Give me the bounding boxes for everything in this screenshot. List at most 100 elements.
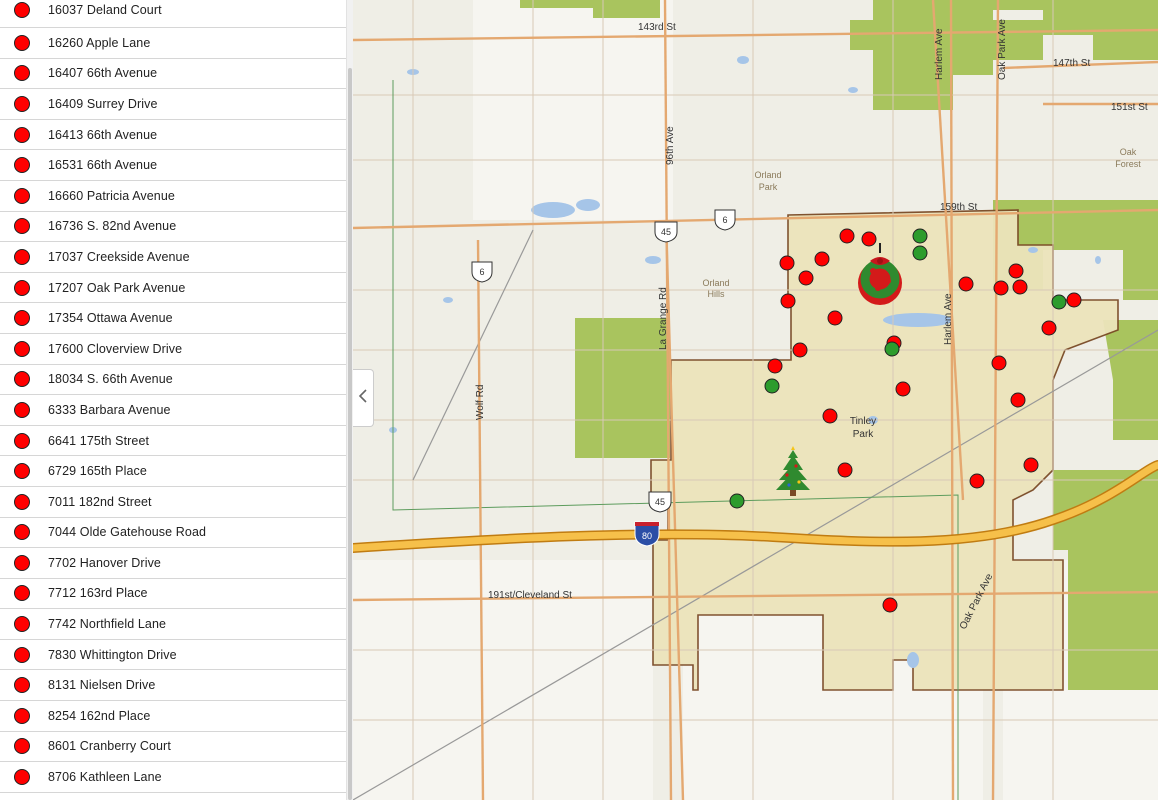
red-map-marker[interactable] <box>798 270 814 286</box>
red-map-marker[interactable] <box>1010 392 1026 408</box>
red-map-marker[interactable] <box>969 473 985 489</box>
address-label: 18034 S. 66th Avenue <box>48 372 173 387</box>
address-list-item[interactable]: 7044 Olde Gatehouse Road <box>0 518 346 549</box>
address-label: 7712 163rd Place <box>48 586 148 601</box>
label-harlem-ave: Harlem Ave <box>934 28 945 80</box>
label-96th-ave: 96th Ave <box>665 126 676 165</box>
us6-shield-b: 6 <box>471 261 493 283</box>
green-map-marker[interactable] <box>1051 294 1067 310</box>
place-tinley-park-2: Park <box>853 429 875 440</box>
address-label: 16531 66th Avenue <box>48 158 158 173</box>
red-marker-icon <box>14 769 30 786</box>
address-label: 16407 66th Avenue <box>48 66 158 81</box>
svg-text:80: 80 <box>642 531 652 541</box>
red-marker-icon <box>14 218 30 235</box>
us45-shield-a: 45 <box>654 221 678 243</box>
map-view[interactable]: 143rd St 147th St 151st St 159th St 191s… <box>353 0 1158 800</box>
red-marker-icon <box>14 340 30 357</box>
label-la-grange-rd: La Grange Rd <box>658 287 669 350</box>
address-list-item[interactable]: 7712 163rd Place <box>0 579 346 610</box>
green-map-marker[interactable] <box>884 341 900 357</box>
chevron-left-icon <box>358 388 368 409</box>
address-list-item[interactable]: 17600 Cloverview Drive <box>0 334 346 365</box>
address-sidebar: 16037 Deland Court 16260 Apple Lane 16407 … <box>0 0 346 800</box>
red-map-marker[interactable] <box>1008 263 1024 279</box>
red-marker-icon <box>14 279 30 296</box>
red-map-marker[interactable] <box>839 228 855 244</box>
green-map-marker[interactable] <box>912 245 928 261</box>
red-map-marker[interactable] <box>1041 320 1057 336</box>
address-list-item[interactable]: 8131 Nielsen Drive <box>0 670 346 702</box>
green-map-marker[interactable] <box>764 378 780 394</box>
red-map-marker[interactable] <box>895 381 911 397</box>
red-map-marker[interactable] <box>958 276 974 292</box>
label-147th-st: 147th St <box>1053 58 1090 69</box>
red-map-marker[interactable] <box>822 408 838 424</box>
address-list-item[interactable]: 16531 66th Avenue <box>0 150 346 181</box>
red-marker-icon <box>14 463 30 480</box>
red-marker-icon <box>14 585 30 602</box>
address-list-item[interactable]: 17354 Ottawa Avenue <box>0 303 346 334</box>
address-label: 17600 Cloverview Drive <box>48 341 183 356</box>
red-marker-icon <box>14 646 30 663</box>
address-list-item[interactable]: 6641 175th Street <box>0 426 346 457</box>
address-list-item[interactable]: 6729 165th Place <box>0 456 346 487</box>
address-label: 16260 Apple Lane <box>48 35 151 50</box>
scrollbar-thumb[interactable] <box>348 68 352 800</box>
us45-shield-b: 45 <box>648 491 672 513</box>
red-map-marker[interactable] <box>1066 292 1082 308</box>
address-list-item[interactable]: 16037 Deland Court <box>0 0 346 28</box>
address-list-item[interactable]: 16407 66th Avenue <box>0 59 346 90</box>
sidebar-scrollbar[interactable] <box>346 0 353 800</box>
red-marker-icon <box>14 493 30 510</box>
red-marker-icon <box>14 1 30 18</box>
red-map-marker[interactable] <box>993 280 1009 296</box>
place-oak-forest-2: Forest <box>1115 159 1141 169</box>
red-map-marker[interactable] <box>779 255 795 271</box>
address-list-item[interactable]: 16736 S. 82nd Avenue <box>0 212 346 243</box>
i80-shield: 80 <box>634 521 660 547</box>
address-list-item[interactable]: 7742 Northfield Lane <box>0 609 346 640</box>
red-map-marker[interactable] <box>814 251 830 267</box>
address-list-item[interactable]: 18034 S. 66th Avenue <box>0 365 346 396</box>
address-list-item[interactable]: 7830 Whittington Drive <box>0 640 346 671</box>
collapse-sidebar-button[interactable] <box>353 369 374 427</box>
address-list-item[interactable]: 7011 182nd Street <box>0 487 346 518</box>
address-list-item[interactable]: 8601 Cranberry Court <box>0 732 346 763</box>
place-tinley-park-1: Tinley <box>850 416 876 427</box>
red-map-marker[interactable] <box>861 231 877 247</box>
red-map-marker[interactable] <box>827 310 843 326</box>
address-label: 8131 Nielsen Drive <box>48 678 156 693</box>
label-143rd-st: 143rd St <box>638 22 676 33</box>
green-map-marker[interactable] <box>729 493 745 509</box>
red-map-marker[interactable] <box>837 462 853 478</box>
address-label: 16037 Deland Court <box>48 2 162 17</box>
red-marker-icon <box>14 432 30 449</box>
address-list-item[interactable]: 8254 162nd Place <box>0 701 346 732</box>
red-map-marker[interactable] <box>1023 457 1039 473</box>
red-marker-icon <box>14 401 30 418</box>
address-list-item[interactable]: 8706 Kathleen Lane <box>0 762 346 793</box>
map-canvas[interactable]: 143rd St 147th St 151st St 159th St 191s… <box>353 0 1158 800</box>
svg-text:6: 6 <box>479 267 484 277</box>
address-list-item[interactable]: 16260 Apple Lane <box>0 28 346 59</box>
red-marker-icon <box>14 248 30 265</box>
address-list-item[interactable]: 16660 Patricia Avenue <box>0 181 346 212</box>
address-list-item[interactable]: 16413 66th Avenue <box>0 120 346 151</box>
address-list-item[interactable]: 7702 Hanover Drive <box>0 548 346 579</box>
address-list-item[interactable]: 17207 Oak Park Avenue <box>0 273 346 304</box>
address-list-item[interactable]: 16409 Surrey Drive <box>0 89 346 120</box>
red-map-marker[interactable] <box>767 358 783 374</box>
red-map-marker[interactable] <box>780 293 796 309</box>
address-label: 7044 Olde Gatehouse Road <box>48 525 207 540</box>
label-harlem-ave-2: Harlem Ave <box>943 293 954 345</box>
red-map-marker[interactable] <box>882 597 898 613</box>
address-list-item[interactable]: 6333 Barbara Avenue <box>0 395 346 426</box>
address-list-item[interactable]: 17037 Creekside Avenue <box>0 242 346 273</box>
label-159th-st: 159th St <box>940 202 977 213</box>
red-map-marker[interactable] <box>792 342 808 358</box>
green-map-marker[interactable] <box>912 228 928 244</box>
red-map-marker[interactable] <box>991 355 1007 371</box>
label-151st-st: 151st St <box>1111 102 1148 113</box>
red-map-marker[interactable] <box>1012 279 1028 295</box>
